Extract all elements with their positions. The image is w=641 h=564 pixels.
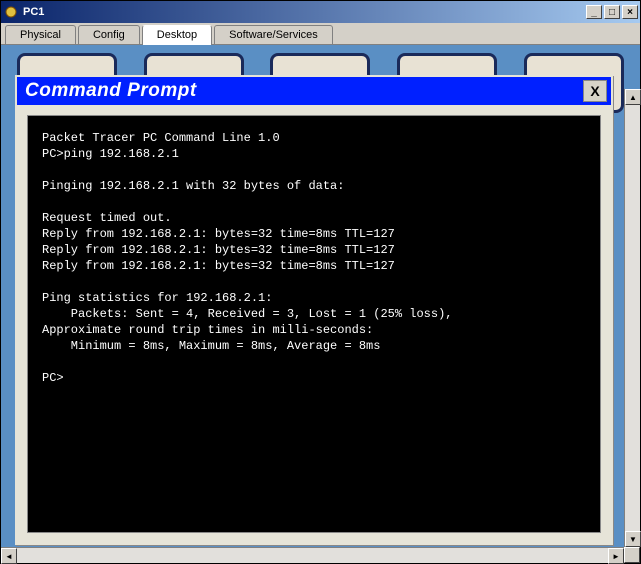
titlebar[interactable]: PC1 _ □ × (1, 1, 640, 23)
maximize-button[interactable]: □ (604, 5, 620, 19)
close-button[interactable]: × (622, 5, 638, 19)
minimize-button[interactable]: _ (586, 5, 602, 19)
command-prompt-title: Command Prompt (25, 80, 583, 102)
app-icon (3, 4, 19, 20)
command-prompt-close-button[interactable]: X (583, 80, 607, 102)
tab-config[interactable]: Config (78, 25, 140, 44)
tab-desktop[interactable]: Desktop (142, 25, 212, 45)
desktop-panel: Command Prompt X Packet Tracer PC Comman… (1, 45, 640, 547)
scroll-left-button[interactable]: ◄ (1, 548, 17, 564)
scroll-track[interactable] (625, 105, 640, 531)
window-title: PC1 (23, 6, 584, 18)
tab-physical[interactable]: Physical (5, 25, 76, 44)
scroll-down-button[interactable]: ▼ (625, 531, 641, 547)
command-prompt-titlebar[interactable]: Command Prompt X (17, 77, 611, 105)
application-window: PC1 _ □ × Physical Config Desktop Softwa… (0, 0, 641, 564)
vertical-scrollbar[interactable]: ▲ ▼ (624, 89, 640, 547)
scroll-up-button[interactable]: ▲ (625, 89, 641, 105)
content-area: Command Prompt X Packet Tracer PC Comman… (1, 45, 640, 563)
scroll-track[interactable] (17, 548, 608, 563)
scroll-corner (624, 547, 640, 563)
command-prompt-window: Command Prompt X Packet Tracer PC Comman… (15, 75, 613, 545)
tab-bar: Physical Config Desktop Software/Service… (1, 23, 640, 45)
console-output[interactable]: Packet Tracer PC Command Line 1.0 PC>pin… (27, 115, 601, 533)
scroll-right-button[interactable]: ► (608, 548, 624, 564)
tab-software[interactable]: Software/Services (214, 25, 333, 44)
horizontal-scrollbar[interactable]: ◄ ► (1, 547, 624, 563)
